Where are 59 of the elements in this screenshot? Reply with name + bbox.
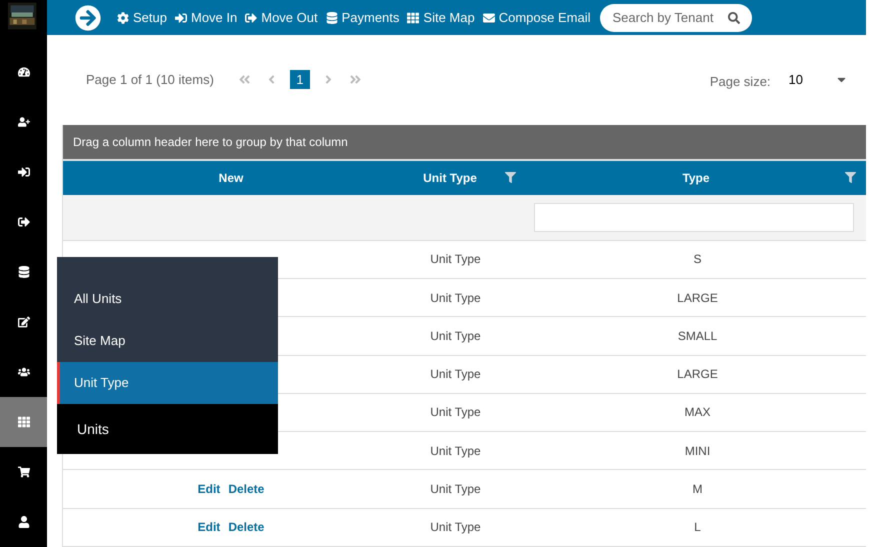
table-cell-text: L xyxy=(693,519,702,536)
move-out-icon xyxy=(245,12,258,24)
add-user-icon xyxy=(18,116,30,128)
filter-icon[interactable] xyxy=(845,172,856,184)
dashboard-icon xyxy=(18,66,30,78)
filter-field[interactable] xyxy=(534,202,854,232)
cart-icon xyxy=(18,466,30,478)
table-cell-text: Unit Type xyxy=(429,290,482,307)
table-cell-text: Unit Type xyxy=(429,328,482,345)
toolbar-link[interactable]: Move In xyxy=(174,8,238,28)
edit-icon xyxy=(18,316,30,328)
edit-link[interactable]: Edit xyxy=(198,518,220,536)
table-cell-text: LARGE xyxy=(676,290,719,307)
toolbar-link[interactable]: Site Map xyxy=(407,8,475,28)
page-size-dropdown[interactable]: 10 xyxy=(788,70,848,90)
sign-out-icon xyxy=(18,216,30,228)
toolbar-link[interactable]: Compose Email xyxy=(482,8,590,28)
group-panel: Drag a column header here to group by that column xyxy=(63,124,866,159)
table-cell-text: Unit Type xyxy=(429,481,482,498)
table-cell-text: Unit Type xyxy=(429,404,482,422)
toolbar-link[interactable]: Setup xyxy=(117,8,167,28)
table-cell-text: Unit Type xyxy=(429,366,482,384)
column-header[interactable]: New xyxy=(63,160,399,195)
menu-item[interactable]: Unit Type xyxy=(57,362,278,404)
column-header[interactable]: Unit Type xyxy=(399,160,526,195)
pager-info: Page 1 of 1 (10 items) xyxy=(86,70,214,89)
toolbar-link[interactable]: Payments xyxy=(326,8,400,28)
table-cell-text: Unit Type xyxy=(429,442,482,460)
filter-icon[interactable] xyxy=(505,172,516,184)
edit-link[interactable]: Edit xyxy=(198,480,220,498)
table-cell-text: S xyxy=(692,251,702,268)
search-field[interactable]: Search by Tenant xyxy=(600,4,752,32)
table-cell-text: Unit Type xyxy=(429,519,482,536)
database-icon xyxy=(326,12,338,24)
table-cell-text: MAX xyxy=(683,404,712,422)
envelope-icon xyxy=(482,12,495,24)
table-cell-text: SMALL xyxy=(676,328,718,345)
database-icon xyxy=(18,266,30,278)
page-number[interactable]: 1 xyxy=(290,70,310,89)
page-size-label: Page size: xyxy=(710,72,771,91)
delete-link[interactable]: Delete xyxy=(228,518,264,536)
grid-icon xyxy=(18,416,30,428)
user-icon xyxy=(18,516,30,528)
delete-link[interactable]: Delete xyxy=(228,480,264,498)
gear-icon xyxy=(117,12,129,24)
table-cell-text: MINI xyxy=(684,442,712,460)
sign-in-icon xyxy=(18,166,30,178)
toolbar-link[interactable]: Move Out xyxy=(245,8,318,28)
column-header[interactable]: Type xyxy=(526,160,866,195)
arrow-icon[interactable] xyxy=(75,4,101,31)
search-input[interactable]: Search by Tenant xyxy=(612,8,722,28)
table-cell-text: M xyxy=(692,481,704,498)
menu-title: Units xyxy=(57,404,278,454)
search-icon[interactable] xyxy=(728,12,740,24)
grid-icon xyxy=(407,12,420,24)
table-cell-text: LARGE xyxy=(676,366,719,384)
table-cell-text: Unit Type xyxy=(429,251,482,268)
move-in-icon xyxy=(174,12,187,24)
users-icon xyxy=(18,366,30,378)
